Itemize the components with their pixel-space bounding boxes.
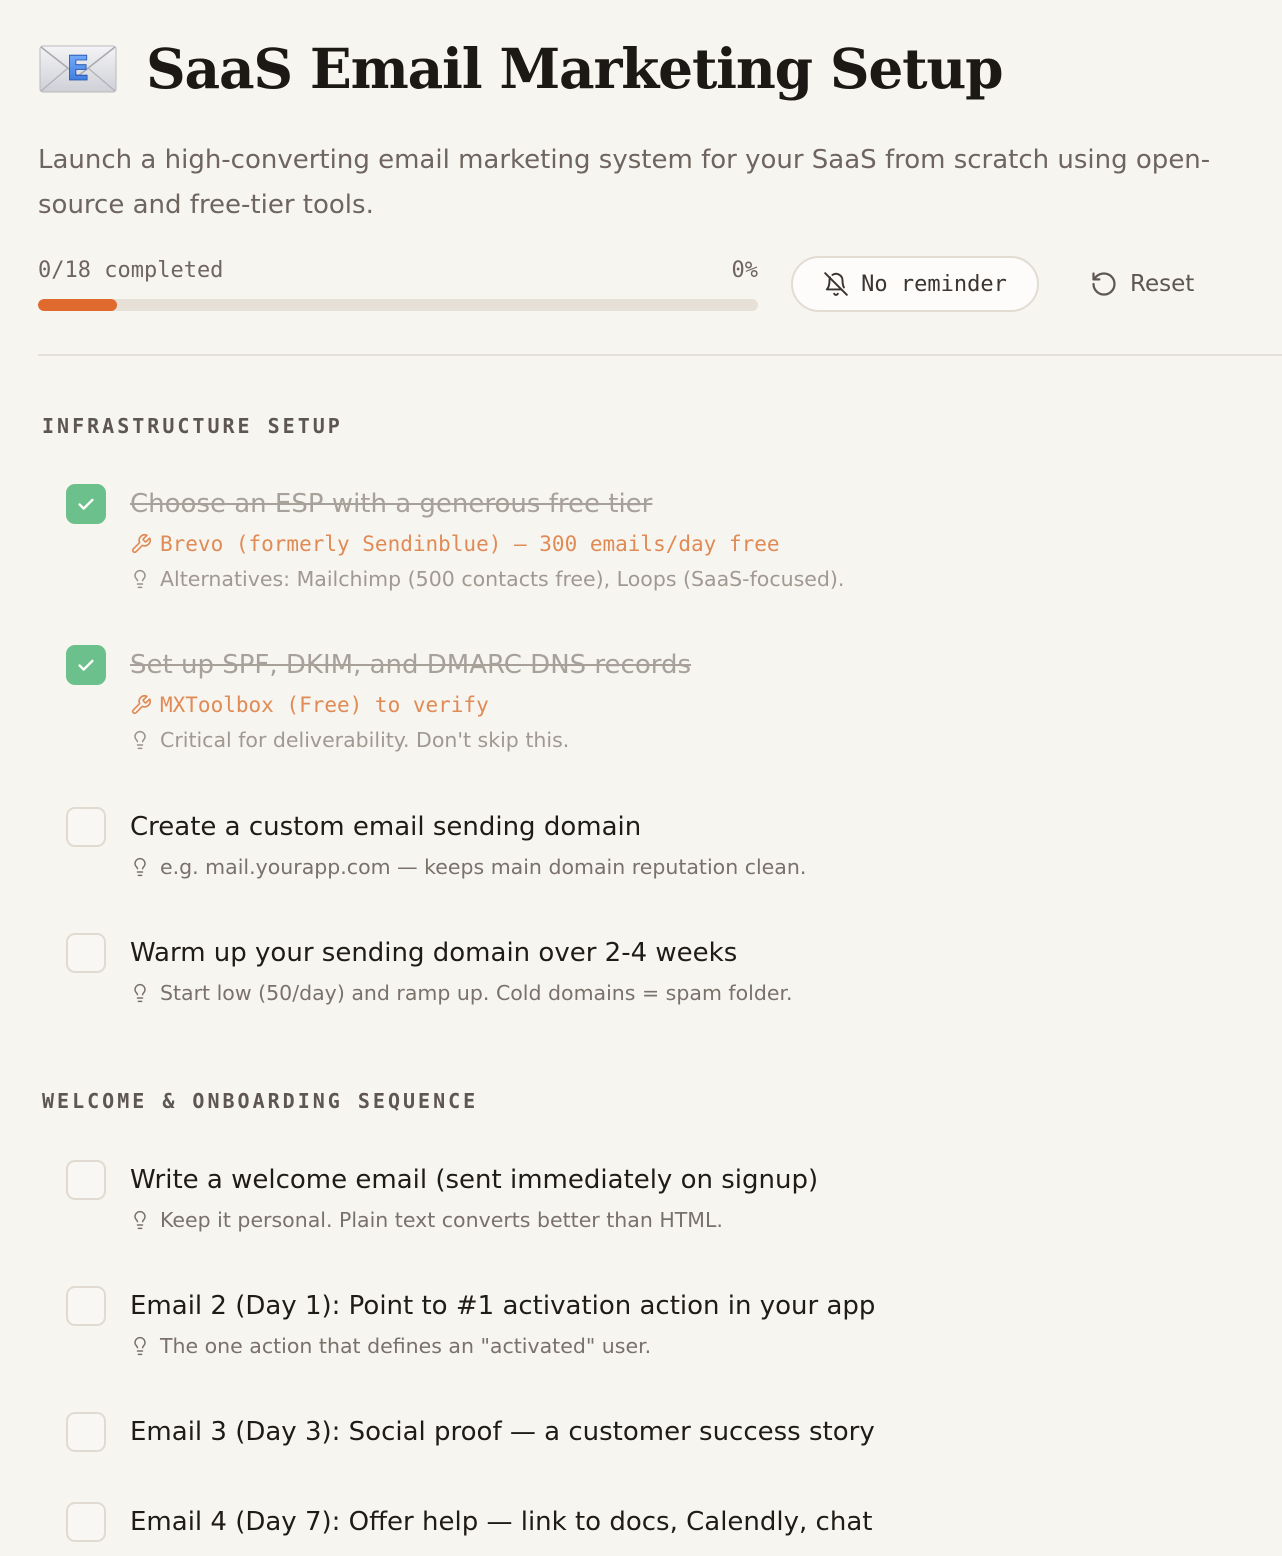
check-icon (78, 498, 94, 510)
task-checkbox[interactable] (66, 1160, 106, 1200)
task-checkbox[interactable] (66, 1502, 106, 1542)
tip-text: The one action that defines an "activate… (160, 1334, 652, 1358)
tip-text: Keep it personal. Plain text converts be… (160, 1208, 723, 1232)
lightbulb-icon (130, 1335, 150, 1357)
tool-text: MXToolbox (Free) to verify (160, 693, 489, 717)
progress-section: 0/18 completed 0% (38, 258, 758, 314)
wrench-icon (130, 694, 152, 716)
task-title: Email 2 (Day 1): Point to #1 activation … (130, 1291, 876, 1321)
task-title: Create a custom email sending domain (130, 812, 642, 842)
task-title: Write a welcome email (sent immediately … (130, 1165, 819, 1195)
lightbulb-icon (130, 729, 150, 751)
progress-bar-fill (38, 299, 118, 311)
task-checkbox[interactable] (66, 645, 106, 685)
task-checkbox[interactable] (66, 933, 106, 973)
no-reminder-label: No reminder (861, 271, 1007, 297)
reset-label: Reset (1130, 271, 1195, 297)
envelope-e-icon: E (39, 45, 117, 93)
rotate-ccw-icon (1090, 270, 1118, 298)
page-subtitle: Launch a high-converting email marketing… (38, 145, 1211, 220)
task-tool: MXToolbox (Free) to verify (130, 689, 489, 721)
page-title: SaaS Email Marketing Setup (146, 35, 1004, 101)
lightbulb-icon (130, 568, 150, 590)
section-title-infrastructure: INFRASTRUCTURE SETUP (42, 414, 343, 438)
check-icon (78, 659, 94, 671)
task-checkbox[interactable] (66, 1412, 106, 1452)
task-checkbox[interactable] (66, 484, 106, 524)
tip-text: Alternatives: Mailchimp (500 contacts fr… (160, 567, 845, 591)
task-checkbox[interactable] (66, 807, 106, 847)
progress-label: 0/18 completed (38, 258, 224, 283)
task-title: Email 4 (Day 7): Offer help — link to do… (130, 1507, 873, 1537)
section-title-welcome-onboarding: WELCOME & ONBOARDING SEQUENCE (42, 1089, 479, 1113)
no-reminder-button[interactable]: No reminder (791, 256, 1039, 312)
checklist-page: E SaaS Email Marketing Setup Launch a hi… (38, 0, 1282, 1556)
task-tip: Start low (50/day) and ramp up. Cold dom… (130, 978, 793, 1008)
task-tip: The one action that defines an "activate… (130, 1331, 651, 1361)
tip-text: e.g. mail.yourapp.com — keeps main domai… (160, 855, 807, 879)
task-title: Warm up your sending domain over 2-4 wee… (130, 938, 738, 968)
svg-text:E: E (66, 49, 89, 89)
task-tool: Brevo (formerly Sendinblue) — 300 emails… (130, 528, 780, 560)
tip-text: Start low (50/day) and ramp up. Cold dom… (160, 981, 793, 1005)
bell-off-icon (823, 271, 849, 297)
lightbulb-icon (130, 856, 150, 878)
task-tip: Keep it personal. Plain text converts be… (130, 1205, 723, 1235)
lightbulb-icon (130, 1209, 150, 1231)
progress-bar (38, 299, 758, 311)
header-divider (38, 354, 1282, 356)
task-tip: Critical for deliverability. Don't skip … (130, 725, 569, 755)
wrench-icon (130, 533, 152, 555)
task-title: Email 3 (Day 3): Social proof — a custom… (130, 1417, 875, 1447)
tip-text: Critical for deliverability. Don't skip … (160, 728, 570, 752)
header: E SaaS Email Marketing Setup (38, 30, 1004, 106)
reset-button[interactable]: Reset (1090, 256, 1194, 312)
task-title: Set up SPF, DKIM, and DMARC DNS records (130, 650, 692, 680)
progress-percent: 0% (731, 258, 759, 283)
task-tip: e.g. mail.yourapp.com — keeps main domai… (130, 852, 806, 882)
task-title: Choose an ESP with a generous free tier (130, 489, 653, 519)
lightbulb-icon (130, 982, 150, 1004)
task-tip: Alternatives: Mailchimp (500 contacts fr… (130, 564, 844, 594)
tool-text: Brevo (formerly Sendinblue) — 300 emails… (160, 532, 780, 556)
task-checkbox[interactable] (66, 1286, 106, 1326)
